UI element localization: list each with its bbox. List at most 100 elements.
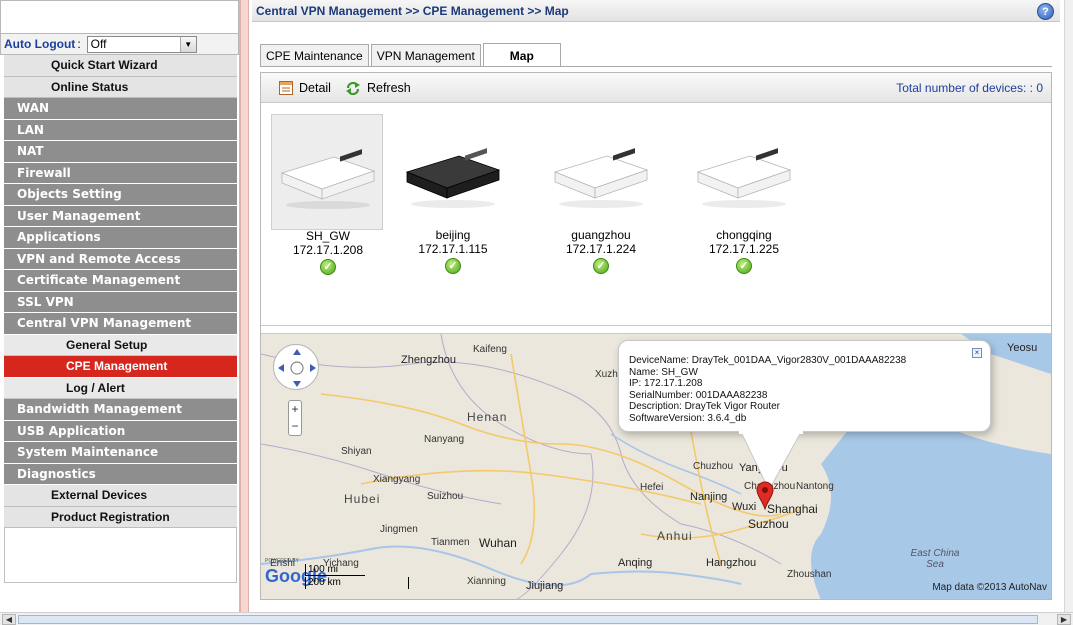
tab-vpn-management[interactable]: VPN Management <box>370 44 481 66</box>
map-view[interactable]: Zhengzhou Kaifeng Henan Nanyang Shiyan X… <box>261 333 1051 599</box>
balloon-name: Name: SH_GW <box>629 366 698 378</box>
main-content: Central VPN Management >> CPE Management… <box>252 0 1060 612</box>
sidebar-item-log-alert[interactable]: Log / Alert <box>4 377 237 399</box>
device-tile[interactable]: SH_GW 172.17.1.208 ✓ <box>271 114 383 275</box>
help-icon[interactable]: ? <box>1037 3 1054 20</box>
map-label-hubei: Hubei <box>344 492 381 506</box>
auto-logout-select[interactable]: Off ▼ <box>86 35 197 53</box>
sidebar-item-firewall[interactable]: Firewall <box>4 162 237 184</box>
sidebar-item-certificate-management[interactable]: Certificate Management <box>4 270 237 292</box>
sidebar-item-objects-setting[interactable]: Objects Setting <box>4 184 237 206</box>
router-image <box>278 131 378 213</box>
detail-label: Detail <box>299 80 331 95</box>
sidebar-top <box>0 0 239 33</box>
scroll-right-icon[interactable]: ▶ <box>1057 614 1071 625</box>
zoom-in-button[interactable]: + <box>289 401 301 418</box>
map-label-hangzhou: Hangzhou <box>706 557 757 569</box>
zoom-out-button[interactable]: − <box>289 418 301 435</box>
map-label-east-china-sea: East China Sea <box>910 548 960 570</box>
sidebar-item-applications[interactable]: Applications <box>4 227 237 249</box>
device-list: SH_GW 172.17.1.208 ✓ beijing 172.17.1.115 ✓ gu… <box>261 104 1051 326</box>
horizontal-scrollbar[interactable]: ◀ ▶ <box>0 612 1073 625</box>
tab-cpe-maintenance[interactable]: CPE Maintenance <box>260 44 369 66</box>
balloon-device-name: DeviceName: DrayTek_001DAA_Vigor2830V_00… <box>629 355 907 366</box>
map-pan-control[interactable] <box>273 344 319 390</box>
detail-button[interactable]: Detail <box>279 80 331 95</box>
device-name: beijing <box>435 228 471 242</box>
list-icon <box>279 80 293 95</box>
breadcrumb-bar: Central VPN Management >> CPE Management… <box>252 0 1060 22</box>
scrollbar-thumb[interactable] <box>18 615 1038 624</box>
status-ok-icon: ✓ <box>736 258 752 274</box>
sidebar-item-online-status[interactable]: Online Status <box>4 76 237 98</box>
powered-by-label: POWERED BY <box>265 558 299 564</box>
chevron-down-icon[interactable]: ▼ <box>179 36 196 52</box>
sidebar-item-nat[interactable]: NAT <box>4 141 237 163</box>
breadcrumb: Central VPN Management >> CPE Management… <box>256 3 569 18</box>
device-ip: 172.17.1.225 <box>708 242 780 256</box>
refresh-label: Refresh <box>366 80 411 95</box>
status-ok-icon: ✓ <box>593 258 609 274</box>
map-scale: 100 mi 200 km <box>305 564 409 589</box>
sidebar-item-product-registration[interactable]: Product Registration <box>4 506 237 528</box>
auto-logout-row: Auto Logout : Off ▼ <box>0 33 239 55</box>
map-label-henan: Henan <box>467 410 508 424</box>
router-image <box>694 130 794 212</box>
device-tile[interactable]: beijing 172.17.1.115 ✓ <box>397 114 509 274</box>
device-name: guangzhou <box>571 228 631 242</box>
map-label-tianmen: Tianmen <box>431 537 470 548</box>
sidebar-divider[interactable] <box>240 0 249 612</box>
map-panel: Detail Refresh Total number of devices: … <box>260 72 1052 600</box>
sidebar-item-bandwidth-management[interactable]: Bandwidth Management <box>4 399 237 421</box>
device-tile[interactable]: chongqing 172.17.1.225 ✓ <box>688 114 800 274</box>
map-label-nanyang: Nanyang <box>424 434 465 445</box>
device-tile[interactable]: guangzhou 172.17.1.224 ✓ <box>545 114 657 274</box>
sidebar-item-quick-start-wizard[interactable]: Quick Start Wizard <box>4 55 237 77</box>
sidebar-item-general-setup[interactable]: General Setup <box>4 334 237 356</box>
map-label-zhoushan: Zhoushan <box>787 569 832 580</box>
device-name: SH_GW <box>305 229 350 243</box>
sidebar-item-usb-application[interactable]: USB Application <box>4 420 237 442</box>
vertical-scrollbar[interactable] <box>1064 0 1073 612</box>
sidebar-item-external-devices[interactable]: External Devices <box>4 485 237 507</box>
map-label-shiyan: Shiyan <box>341 446 372 457</box>
refresh-icon <box>345 81 360 95</box>
map-marker-icon[interactable] <box>755 480 775 510</box>
sidebar-item-ssl-vpn[interactable]: SSL VPN <box>4 291 237 313</box>
device-ip: 172.17.1.115 <box>418 242 488 256</box>
map-label-jingmen: Jingmen <box>380 524 418 535</box>
map-label-kaifeng: Kaifeng <box>473 344 507 355</box>
device-info-balloon: × DeviceName: DrayTek_001DAA_Vigor2830V_… <box>618 340 991 432</box>
balloon-software-version: SoftwareVersion: 3.6.4_db <box>629 412 747 424</box>
balloon-serial: SerialNumber: 001DAAA82238 <box>629 389 768 401</box>
sidebar-item-system-maintenance[interactable]: System Maintenance <box>4 442 237 464</box>
status-ok-icon: ✓ <box>445 258 461 274</box>
sidebar-item-lan[interactable]: LAN <box>4 119 237 141</box>
sidebar-item-wan[interactable]: WAN <box>4 98 237 120</box>
close-icon[interactable]: × <box>972 348 982 358</box>
balloon-description: Description: DrayTek Vigor Router <box>629 401 780 412</box>
scale-km: 200 km <box>305 577 409 589</box>
sidebar-item-central-vpn-management[interactable]: Central VPN Management <box>4 313 237 335</box>
status-ok-icon: ✓ <box>320 259 336 275</box>
map-label-xianning: Xianning <box>467 576 506 587</box>
auto-logout-label: Auto Logout <box>4 37 76 51</box>
sidebar: Auto Logout : Off ▼ Quick Start Wizard On… <box>0 0 240 612</box>
sidebar-item-cpe-management[interactable]: CPE Management <box>4 356 237 378</box>
map-label-xiangyang: Xiangyang <box>373 474 421 485</box>
sidebar-item-vpn-and-remote-access[interactable]: VPN and Remote Access <box>4 248 237 270</box>
auto-logout-value: Off <box>90 37 107 51</box>
total-devices-count: Total number of devices: : 0 <box>896 81 1043 95</box>
sidebar-item-diagnostics[interactable]: Diagnostics <box>4 463 237 485</box>
scroll-left-icon[interactable]: ◀ <box>2 614 16 625</box>
balloon-ip: IP: 172.17.1.208 <box>629 378 703 389</box>
sidebar-item-user-management[interactable]: User Management <box>4 205 237 227</box>
map-label-wuhan: Wuhan <box>479 536 517 550</box>
device-ip: 172.17.1.208 <box>292 243 364 257</box>
map-label-jiujiang: Jiujiang <box>526 580 564 592</box>
map-label-yeosu: Yeosu <box>1007 342 1038 354</box>
pan-arrows-icon <box>278 349 316 387</box>
map-attribution[interactable]: Map data ©2013 AutoNav <box>932 582 1047 593</box>
refresh-button[interactable]: Refresh <box>345 81 411 95</box>
tab-map[interactable]: Map <box>482 43 561 67</box>
